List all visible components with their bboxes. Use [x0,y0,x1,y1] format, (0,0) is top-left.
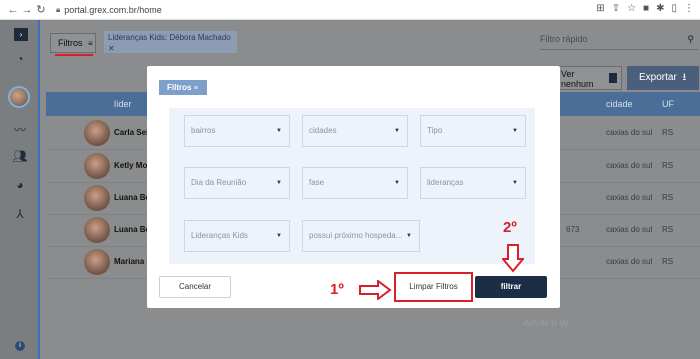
translate-icon[interactable]: ⊞ [596,3,604,14]
row-city: caxias do sul [606,193,653,202]
select-liderancas[interactable]: lideranças ▼ [420,167,526,199]
down-arrow-annotation-icon [502,244,524,273]
leader-avatar [84,217,110,243]
filters-button[interactable]: Filtros ≡ [50,33,96,53]
chevron-down-icon: ▼ [276,180,282,186]
chevron-down-icon: ▼ [276,233,282,239]
browser-extensions: ⊞ ⇪ ☆ ■ ✱ ▯ ⋮ [596,3,694,14]
chip-close-icon[interactable]: ✕ [108,44,233,53]
row-city: caxias do sul [606,257,653,266]
user-avatar[interactable] [8,86,30,108]
filters-modal: Filtros ≡ bairros ▼ cidades ▼ Tipo ▼ Dia… [147,66,560,308]
row-uf: RS [662,193,674,202]
select-label: possui próximo hospeda... [309,231,403,240]
chevron-down-icon: ▼ [406,233,412,239]
menu-kebab-icon[interactable]: ⋮ [684,3,694,14]
row-uf: RS [662,257,674,266]
quick-filter-placeholder: Filtro rápido [540,34,588,44]
windows-activation-watermark: Ativar o W [523,318,570,329]
row-city: caxias do sul [606,128,653,137]
leader-name: Ketly Mor [114,161,151,170]
select-label: fase [309,178,325,187]
forward-arrow-icon[interactable]: → [20,4,34,16]
logo-icon: ◔ [16,52,24,66]
browser-toolbar: ← → ↻ 🔒︎ portal.grex.com.br/home ⊞ ⇪ ☆ ■… [0,0,700,20]
row-uf: RS [662,225,674,234]
step-1-label: 1º [330,281,344,298]
header-leader: líder [114,99,132,109]
leader-name: Luana Be [114,193,151,202]
filters-highlight-underline [55,54,93,56]
apply-filter-button[interactable]: filtrar [475,276,547,298]
download-icon: ⭳ [682,72,687,83]
lock-icon: 🔒︎ [56,4,61,14]
row-city: caxias do sul [606,161,653,170]
sidepanel-icon[interactable]: ▯ [671,3,677,14]
row-uf: RS [662,128,674,137]
export-label: Exportar [639,72,677,83]
info-icon[interactable]: i [15,341,25,351]
bookmark-star-icon[interactable]: ☆ [627,3,636,14]
select-liderancas-kids[interactable]: Lideranças Kids ▼ [184,220,290,252]
right-arrow-annotation-icon [359,280,392,300]
back-arrow-icon[interactable]: ← [6,4,20,16]
url-text: portal.grex.com.br/home [64,4,162,15]
select-tipo[interactable]: Tipo ▼ [420,115,526,147]
search-icon: ⚲ [687,34,694,44]
cancel-button[interactable]: Cancelar [159,276,231,298]
address-bar[interactable]: 🔒︎ portal.grex.com.br/home [56,5,162,15]
select-label: Lideranças Kids [191,231,248,240]
row-uf: RS [662,161,674,170]
extension-icon[interactable]: ■ [643,3,649,14]
map-icon [609,73,617,83]
select-label: Dia da Reunião [191,178,247,187]
trend-chart-icon[interactable]: 〰 [0,121,40,138]
chevron-down-icon: ▼ [394,180,400,186]
people-icon[interactable]: 👥︎ [0,149,40,163]
puzzle-icon[interactable]: ✱ [656,3,664,14]
select-label: Tipo [427,126,443,135]
row-city: caxias do sul [606,225,653,234]
leader-avatar [84,249,110,275]
select-fase[interactable]: fase ▼ [302,167,408,199]
header-city: cidade [606,99,633,109]
sidebar-expand-icon[interactable]: › [14,28,28,41]
chevron-down-icon: ▼ [394,128,400,134]
select-label: cidades [309,126,337,135]
share-icon[interactable]: ⇪ [612,3,620,14]
header-uf: UF [662,99,674,109]
leader-avatar [84,120,110,146]
select-cidades[interactable]: cidades ▼ [302,115,408,147]
select-dia-reuniao[interactable]: Dia da Reunião ▼ [184,167,290,199]
leader-avatar [84,185,110,211]
step-2-label: 2º [503,219,517,236]
chevron-down-icon: ▼ [512,128,518,134]
active-filter-label: Lideranças Kids: Débora Machado [108,33,231,42]
leader-name: Luana Be [114,225,151,234]
chevron-down-icon: ▼ [512,180,518,186]
active-filter-chip[interactable]: Lideranças Kids: Débora Machado ✕ [104,31,237,53]
filters-label: Filtros [58,38,83,48]
select-bairros[interactable]: bairros ▼ [184,115,290,147]
export-button[interactable]: Exportar ⭳ [627,66,699,90]
select-label: lideranças [427,178,464,187]
select-label: bairros [191,126,216,135]
filter-lines-icon: ≡ [88,39,93,48]
row-number: 673 [566,225,580,234]
reload-icon[interactable]: ↻ [34,3,48,16]
filter-lines-icon: ≡ [193,85,198,92]
network-icon[interactable]: ⅄ [0,207,40,221]
select-proximo-hospedeiro[interactable]: possui próximo hospeda... ▼ [302,220,420,252]
modal-title: Filtros ≡ [159,80,207,95]
filters-panel: bairros ▼ cidades ▼ Tipo ▼ Dia da Reuniã… [169,108,535,264]
leader-avatar [84,153,110,179]
pie-chart-icon[interactable]: ◕ [0,178,40,192]
modal-title-text: Filtros [167,83,192,92]
clear-filters-button[interactable]: Limpar Filtros [394,272,473,302]
quick-filter-input[interactable]: Filtro rápido ⚲ [540,34,698,50]
chevron-down-icon: ▼ [276,128,282,134]
map-toggle-button[interactable]: Ver nenhum mapa [556,66,622,99]
